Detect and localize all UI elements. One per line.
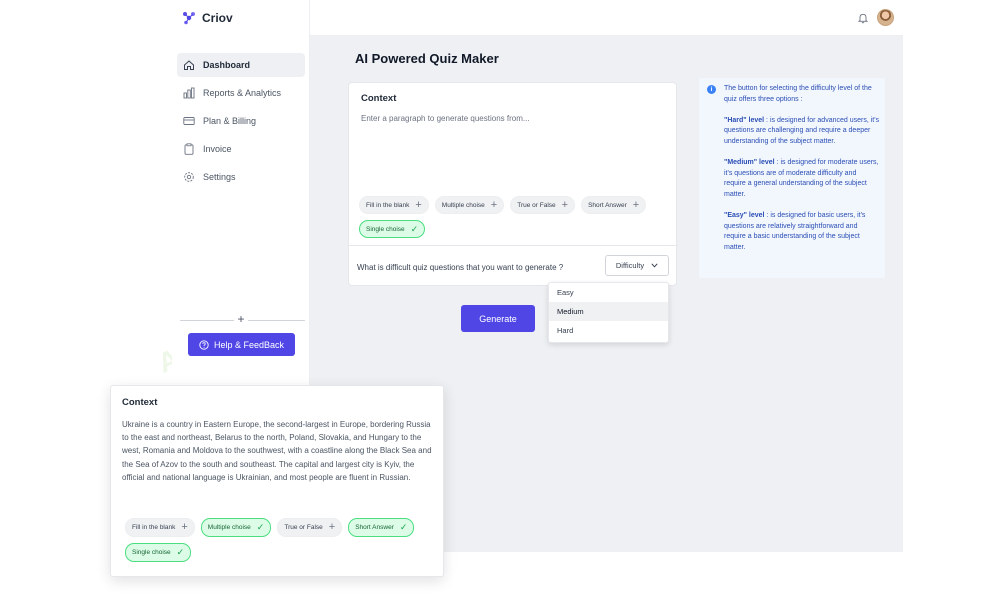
question-type-chips: Fill in the blank + Multiple choise + True… [359,196,669,238]
generate-button[interactable]: Generate [461,305,535,332]
dropdown-option-hard[interactable]: Hard [549,321,668,340]
info-level-name: "Hard" level [724,116,765,124]
info-icon: i [707,85,716,94]
help-feedback-button[interactable]: Help & FeedBack [188,333,295,356]
chip-label: Short Answer [355,524,394,531]
sidebar-item-label: Reports & Analytics [203,88,282,98]
top-bar [310,0,903,36]
help-feedback-label: Help & FeedBack [213,339,285,350]
sidebar-item-label: Plan & Billing [203,116,257,126]
chevron-down-icon [651,263,658,268]
plus-icon: + [328,521,336,533]
chip-multiple-choise[interactable]: Multiple choise + [434,196,505,214]
sidebar-item-invoice[interactable]: Invoice [177,137,305,161]
plus-icon: + [415,198,422,211]
sidebar-item-settings[interactable]: Settings [177,165,305,189]
screenshot-canvas: AI TALENT SPACE AI TALENT SPACE AI TALEN… [0,0,1000,600]
credit-card-icon [183,117,195,125]
chip-fill-in-the-blank[interactable]: Fill in the blank + [359,196,429,214]
check-icon: ✓ [399,522,408,532]
info-level-medium: "Medium" level : is designed for moderat… [724,158,880,200]
chip-label: True or False [517,201,556,209]
chip-label: Fill in the blank [132,524,176,531]
difficulty-select[interactable]: Difficulty [605,255,669,276]
info-level-easy: "Easy" level : is designed for basic use… [724,211,880,253]
chip-true-or-false[interactable]: True or False + [277,518,343,537]
chip-short-answer[interactable]: Short Answer ✓ [348,518,415,537]
clipboard-icon [184,143,194,155]
user-avatar[interactable] [877,9,894,26]
plus-icon: + [181,521,188,533]
info-level-name: "Medium" level [724,159,775,167]
info-panel: i The button for selecting the difficult… [699,78,885,278]
sidebar-nav: Dashboard Reports & Analytics Plan & Bil… [177,53,305,193]
dropdown-option-easy[interactable]: Easy [549,283,668,302]
difficulty-select-value: Difficulty [615,261,645,270]
question-type-chips: Fill in the blank + Multiple choise ✓ True… [125,518,435,562]
check-icon: ✓ [256,522,265,532]
chip-label: Multiple choise [207,524,251,531]
check-icon: ✓ [410,223,419,234]
chip-fill-in-the-blank[interactable]: Fill in the blank + [125,518,195,537]
sidebar-item-dashboard[interactable]: Dashboard [177,53,305,77]
info-level-name: "Easy" level [724,212,765,220]
help-circle-icon [199,339,209,350]
sidebar-item-label: Settings [203,172,236,182]
bell-icon[interactable] [857,12,869,24]
home-icon [184,60,194,70]
bar-chart-icon [183,87,195,99]
chip-label: Single choise [366,225,405,233]
sidebar-item-billing[interactable]: Plan & Billing [177,109,305,133]
sidebar-item-reports[interactable]: Reports & Analytics [177,81,305,105]
info-intro: The button for selecting the difficulty … [724,85,872,103]
context-textarea[interactable]: Ukraine is a country in Eastern Europe, … [122,418,432,484]
filled-context-card: Context Ukraine is a country in Eastern … [110,385,444,577]
brand-name: Criov [202,11,233,25]
plus-icon: + [561,198,569,211]
context-textarea[interactable]: Enter a paragraph to generate questions … [361,114,530,123]
context-heading: Context [122,397,158,408]
info-text: The button for selecting the difficulty … [724,84,880,264]
dropdown-option-medium[interactable]: Medium [549,302,668,321]
add-button[interactable]: + [234,313,248,327]
chip-single-choise[interactable]: Single choise ✓ [125,543,192,562]
sidebar-item-label: Invoice [203,144,232,154]
plus-icon: + [490,198,498,211]
card-divider [349,245,678,246]
chip-label: Multiple choise [441,201,485,209]
brand-logo-icon [183,12,195,25]
context-card: Context Enter a paragraph to generate qu… [348,82,678,286]
chip-label: Short Answer [588,201,627,209]
difficulty-dropdown: Easy Medium Hard [548,282,669,343]
sidebar-item-label: Dashboard [203,60,251,70]
difficulty-question: What is difficult quiz questions that yo… [357,263,564,272]
chip-label: Fill in the blank [366,201,410,209]
gear-icon [184,172,194,182]
chip-multiple-choise[interactable]: Multiple choise ✓ [200,518,272,537]
chip-label: True or False [284,524,323,531]
info-level-hard: "Hard" level : is designed for advanced … [724,116,880,148]
brand[interactable]: Criov [182,11,233,25]
check-icon: ✓ [176,547,185,557]
context-heading: Context [361,93,397,104]
page-title: AI Powered Quiz Maker [355,51,499,66]
chip-short-answer[interactable]: Short Answer + [581,196,647,214]
chip-single-choise[interactable]: Single choise ✓ [359,220,426,238]
plus-icon: + [632,198,640,211]
chip-true-or-false[interactable]: True or False + [510,196,576,214]
chip-label: Single choise [132,549,171,556]
